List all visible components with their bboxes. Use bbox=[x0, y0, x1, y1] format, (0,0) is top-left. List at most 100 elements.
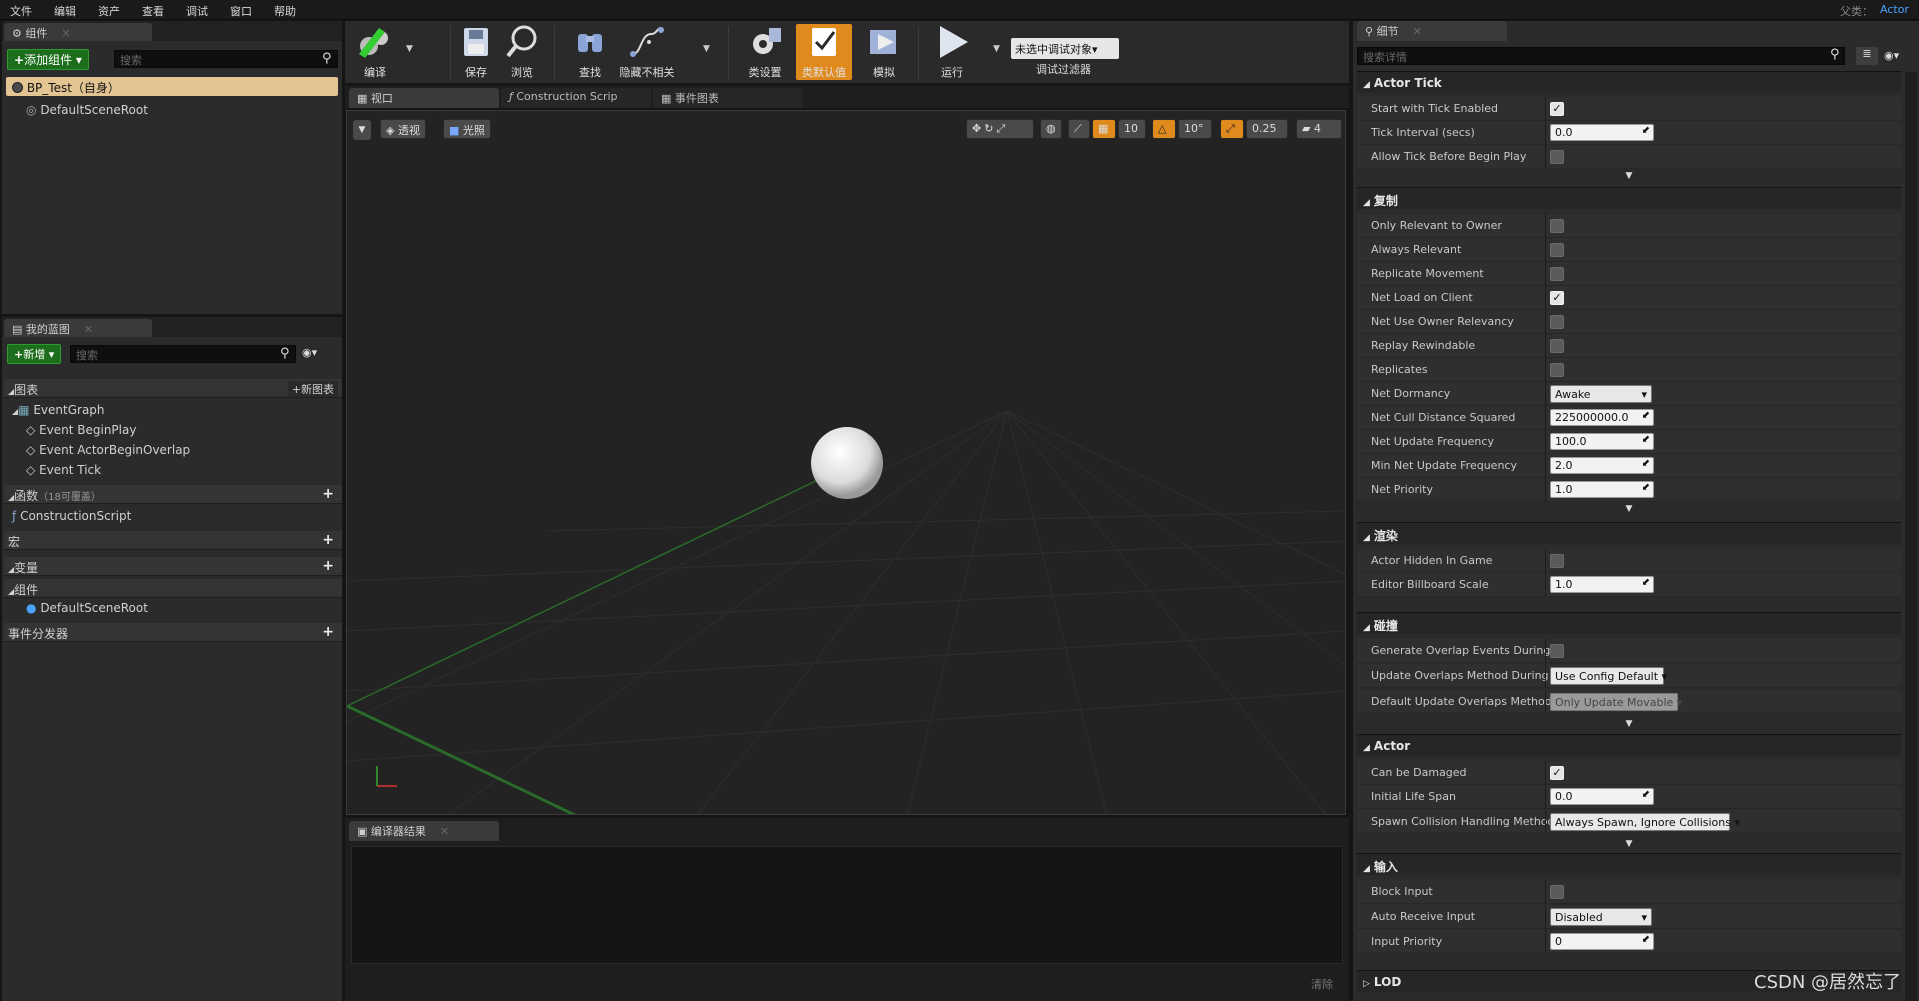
expand-advanced-button[interactable]: ▼ bbox=[1357, 838, 1901, 850]
scale-snap-value[interactable]: 0.25 bbox=[1246, 119, 1288, 139]
menu-file[interactable]: 文件 bbox=[10, 3, 32, 19]
only-relevant-checkbox[interactable] bbox=[1550, 219, 1564, 233]
viewport[interactable]: ▼ bbox=[346, 110, 1346, 815]
hide-unrelated-options-dropdown[interactable]: ▼ bbox=[703, 44, 710, 54]
tab-compiler-results[interactable]: ▣ 编译器结果 ✕ bbox=[349, 821, 499, 841]
section-replication[interactable]: ◢ 复制 bbox=[1357, 187, 1901, 209]
add-function-button[interactable]: + bbox=[322, 486, 334, 502]
replay-rewindable-checkbox[interactable] bbox=[1550, 339, 1564, 353]
section-collision[interactable]: ◢ 碰撞 bbox=[1357, 612, 1901, 634]
hide-unrelated-button[interactable]: 隐藏不相关 bbox=[614, 24, 680, 80]
surface-snap-toggle[interactable]: ⟋ bbox=[1068, 119, 1090, 139]
net-update-input[interactable]: 100.0 ⬋ bbox=[1550, 433, 1654, 450]
expand-advanced-button[interactable]: ▼ bbox=[1357, 718, 1901, 730]
tick-interval-input[interactable]: 0.0 ⬋ bbox=[1550, 124, 1654, 141]
net-cull-input[interactable]: 225000000.0 ⬋ bbox=[1550, 409, 1654, 426]
section-rendering[interactable]: ◢ 渲染 bbox=[1357, 522, 1901, 544]
allow-tick-before-checkbox[interactable] bbox=[1550, 150, 1564, 164]
net-load-checkbox[interactable]: ✓ bbox=[1550, 291, 1564, 305]
replicate-movement-checkbox[interactable] bbox=[1550, 267, 1564, 281]
grid-snap-toggle[interactable]: ▦ bbox=[1092, 119, 1116, 139]
menu-window[interactable]: 窗口 bbox=[230, 3, 252, 19]
camera-speed-button[interactable]: ▰ 4 bbox=[1296, 119, 1342, 139]
can-be-damaged-checkbox[interactable]: ✓ bbox=[1550, 766, 1564, 780]
event-item[interactable]: ◇ Event ActorBeginOverlap bbox=[26, 443, 190, 461]
spawn-collision-select[interactable]: Always Spawn, Ignore Collisions ▾ bbox=[1550, 813, 1740, 831]
clear-button[interactable]: 清除 bbox=[1311, 976, 1333, 992]
perspective-button[interactable]: ◈ 透视 bbox=[380, 119, 426, 139]
rotation-snap-value[interactable]: 10° bbox=[1178, 119, 1212, 139]
net-use-owner-checkbox[interactable] bbox=[1550, 315, 1564, 329]
add-dispatcher-button[interactable]: + bbox=[322, 624, 334, 640]
rotation-snap-toggle[interactable]: △ bbox=[1152, 119, 1176, 139]
list-view-icon[interactable]: ≣ bbox=[1856, 47, 1878, 65]
menu-debug[interactable]: 调试 bbox=[186, 3, 208, 19]
min-net-update-input[interactable]: 2.0 ⬋ bbox=[1550, 457, 1654, 474]
component-root-item[interactable]: BP_Test（自身） bbox=[6, 77, 338, 96]
section-actor-tick[interactable]: ◢ Actor Tick bbox=[1357, 71, 1901, 93]
menu-edit[interactable]: 编辑 bbox=[54, 3, 76, 19]
components-search-input[interactable]: 搜索 bbox=[114, 50, 338, 68]
variables-section[interactable]: ◢变量 + bbox=[4, 557, 342, 576]
tab-my-blueprint[interactable]: ▤ 我的蓝图 ✕ bbox=[4, 319, 152, 337]
component-variable-item[interactable]: ● DefaultSceneRoot bbox=[26, 601, 148, 619]
dispatchers-section[interactable]: 事件分发器 + bbox=[4, 623, 342, 642]
expand-advanced-button[interactable]: ▼ bbox=[1357, 503, 1901, 515]
menu-asset[interactable]: 资产 bbox=[98, 3, 120, 19]
net-priority-input[interactable]: 1.0 ⬋ bbox=[1550, 481, 1654, 498]
block-input-checkbox[interactable] bbox=[1550, 885, 1564, 899]
menu-view[interactable]: 查看 bbox=[142, 3, 164, 19]
always-relevant-checkbox[interactable] bbox=[1550, 243, 1564, 257]
add-new-button[interactable]: +新增 ▾ bbox=[7, 344, 62, 364]
section-actor[interactable]: ◢ Actor bbox=[1357, 734, 1901, 756]
update-overlaps-select[interactable]: Use Config Default ▾ bbox=[1550, 667, 1667, 685]
add-macro-button[interactable]: + bbox=[322, 532, 334, 548]
graphs-section[interactable]: ◢图表 +新图表 bbox=[4, 379, 342, 398]
start-with-tick-checkbox[interactable]: ✓ bbox=[1550, 102, 1564, 116]
input-priority-input[interactable]: 0 ⬋ bbox=[1550, 933, 1654, 950]
new-graph-button[interactable]: +新图表 bbox=[287, 381, 338, 397]
grid-snap-value[interactable]: 10 bbox=[1118, 119, 1146, 139]
lit-button[interactable]: ■ 光照 bbox=[443, 119, 491, 139]
section-input[interactable]: ◢ 输入 bbox=[1357, 853, 1901, 875]
billboard-scale-input[interactable]: 1.0 ⬋ bbox=[1550, 576, 1654, 593]
eye-icon[interactable]: ◉▾ bbox=[1884, 49, 1899, 62]
event-item[interactable]: ◇ Event Tick bbox=[26, 463, 101, 481]
components-section[interactable]: ◢组件 bbox=[4, 579, 342, 598]
event-graph-item[interactable]: ◢▦ EventGraph bbox=[12, 403, 105, 421]
browse-button[interactable]: 浏览 bbox=[500, 24, 544, 80]
tab-event-graph[interactable]: ▦ 事件图表 bbox=[653, 88, 803, 108]
play-button[interactable]: 运行 bbox=[930, 24, 974, 80]
component-item[interactable]: ◎ DefaultSceneRoot bbox=[26, 103, 148, 121]
find-button[interactable]: 查找 bbox=[568, 24, 612, 80]
details-scrollbar[interactable] bbox=[1905, 72, 1917, 1001]
macros-section[interactable]: 宏 + bbox=[4, 531, 342, 550]
tab-details[interactable]: ⚲ 细节 ✕ bbox=[1357, 21, 1507, 41]
auto-receive-input-select[interactable]: Disabled ▾ bbox=[1550, 908, 1652, 926]
save-button[interactable]: 保存 bbox=[454, 24, 498, 80]
gen-overlap-checkbox[interactable] bbox=[1550, 644, 1564, 658]
class-defaults-button[interactable]: 类默认值 bbox=[796, 24, 852, 80]
eye-icon[interactable]: ◉▾ bbox=[302, 346, 317, 359]
details-search-input[interactable]: 搜索详情 bbox=[1357, 47, 1845, 65]
tab-components[interactable]: ⚙ 组件 ✕ bbox=[4, 23, 152, 41]
tab-viewport[interactable]: ▦ 视口 bbox=[349, 88, 499, 108]
compile-options-dropdown[interactable]: ▼ bbox=[406, 44, 413, 54]
debug-object-select[interactable]: 未选中调试对象▾ bbox=[1011, 38, 1119, 59]
parent-class-link[interactable]: Actor bbox=[1880, 3, 1909, 16]
play-options-dropdown[interactable]: ▼ bbox=[993, 44, 1000, 54]
function-item[interactable]: ƒ ConstructionScript bbox=[12, 509, 131, 527]
event-item[interactable]: ◇ Event BeginPlay bbox=[26, 423, 136, 441]
add-component-button[interactable]: +添加组件 ▾ bbox=[7, 49, 89, 70]
replicates-checkbox[interactable] bbox=[1550, 363, 1564, 377]
world-local-toggle[interactable]: ◍ bbox=[1040, 119, 1062, 139]
class-settings-button[interactable]: 类设置 bbox=[740, 24, 790, 80]
hidden-in-game-checkbox[interactable] bbox=[1550, 554, 1564, 568]
simulate-button[interactable]: 模拟 bbox=[862, 24, 906, 80]
functions-section[interactable]: ◢函数（18可覆盖） + bbox=[4, 485, 342, 504]
tab-construction-script[interactable]: ƒ Construction Scrip bbox=[501, 88, 651, 108]
compile-button[interactable]: 编译 bbox=[350, 24, 400, 80]
blueprint-search-input[interactable]: 搜索 bbox=[70, 345, 296, 363]
scale-snap-toggle[interactable]: ⤢ bbox=[1220, 119, 1244, 139]
menu-help[interactable]: 帮助 bbox=[274, 3, 296, 19]
